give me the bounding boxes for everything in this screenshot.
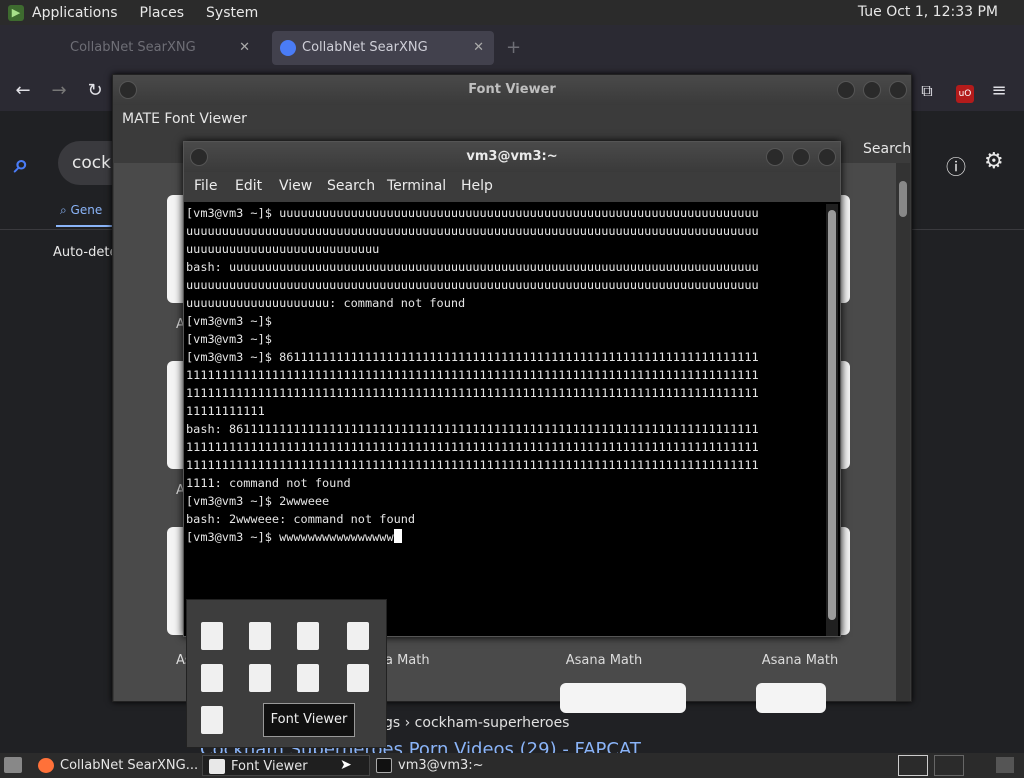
terminal-titlebar[interactable]: vm3@vm3:~ xyxy=(184,142,840,172)
preview-file-icon xyxy=(201,664,223,692)
preview-file-icon xyxy=(201,622,223,650)
ublock-icon[interactable]: uO xyxy=(956,85,974,103)
terminal-line: 1111111111111111111111111111111111111111… xyxy=(186,458,759,472)
font-grid-scrollbar[interactable] xyxy=(896,163,910,701)
tab-close-icon[interactable]: ✕ xyxy=(473,31,484,65)
terminal-line: uuuuuuuuuuuuuuuuuuuu: command not found xyxy=(186,296,466,310)
info-icon[interactable]: ⓘ xyxy=(946,151,966,180)
new-tab-icon[interactable]: + xyxy=(506,37,521,58)
tab-close-icon[interactable]: ✕ xyxy=(239,31,250,65)
terminal-line: 1111111111111111111111111111111111111111… xyxy=(186,386,759,400)
terminal-scrollbar[interactable] xyxy=(826,204,838,636)
window-menu-icon[interactable] xyxy=(119,81,137,99)
menu-file[interactable]: File xyxy=(194,178,217,194)
minimize-icon[interactable] xyxy=(837,81,855,99)
settings-gear-icon[interactable]: ⚙ xyxy=(984,149,1004,174)
taskbar-firefox[interactable]: CollabNet SearXNG... xyxy=(32,755,200,776)
font-viewer-titlebar[interactable]: Font Viewer xyxy=(113,75,911,105)
maximize-icon[interactable] xyxy=(792,148,810,166)
terminal-menubar: File Edit View Search Terminal Help xyxy=(184,172,840,202)
terminal-line: [vm3@vm3 ~]$ 2wwweee xyxy=(186,494,330,508)
header-title: MATE Font Viewer xyxy=(122,111,247,127)
mouse-cursor-icon: ➤ xyxy=(340,757,352,773)
search-button[interactable]: Search xyxy=(863,141,911,157)
bottom-panel: CollabNet SearXNG... Font Viewer ➤ vm3@v… xyxy=(0,753,1024,778)
menu-icon[interactable]: ≡ xyxy=(986,78,1012,104)
clock[interactable]: Tue Oct 1, 12:33 PM xyxy=(858,4,998,20)
terminal-line: [vm3@vm3 ~]$ xyxy=(186,314,272,328)
trash-icon[interactable] xyxy=(996,757,1014,773)
font-card[interactable] xyxy=(756,683,826,713)
scrollbar-thumb[interactable] xyxy=(899,181,907,217)
preview-file-icon xyxy=(297,664,319,692)
close-icon[interactable] xyxy=(818,148,836,166)
menu-terminal[interactable]: Terminal xyxy=(387,178,446,194)
show-desktop-icon[interactable] xyxy=(4,757,22,773)
terminal-line: bash: 8611111111111111111111111111111111… xyxy=(186,422,759,436)
terminal-current-line: [vm3@vm3 ~]$ wwwwwwwwwwwwwwww xyxy=(186,528,826,546)
mate-logo-icon[interactable]: ▶ xyxy=(8,4,24,21)
terminal-line: bash: 2wwweee: command not found xyxy=(186,512,416,526)
terminal-line: 1111111111111111111111111111111111111111… xyxy=(186,368,759,382)
terminal-line: 1111: command not found xyxy=(186,476,351,490)
back-icon[interactable]: ← xyxy=(10,78,36,104)
menu-help[interactable]: Help xyxy=(461,178,493,194)
minimize-icon[interactable] xyxy=(766,148,784,166)
searxng-logo-icon[interactable]: ⌕ xyxy=(14,149,29,180)
active-tab-indicator xyxy=(56,225,116,227)
preview-file-icon xyxy=(347,622,369,650)
text-cursor xyxy=(393,529,402,543)
menu-edit[interactable]: Edit xyxy=(235,178,262,194)
terminal-line: [vm3@vm3 ~]$ 861111111111111111111111111… xyxy=(186,350,759,364)
forward-icon[interactable]: → xyxy=(46,78,72,104)
taskbar-terminal[interactable]: vm3@vm3:~ xyxy=(370,755,538,776)
font-label: Asana Math xyxy=(761,653,839,668)
font-card[interactable] xyxy=(560,683,686,713)
searxng-favicon-icon xyxy=(280,40,296,56)
terminal-line: [vm3@vm3 ~]$ xyxy=(186,332,272,346)
preview-file-icon xyxy=(201,706,223,734)
terminal-line: uuuuuuuuuuuuuuuuuuuuuuuuuuuuuuuuuuuuuuuu… xyxy=(186,224,759,238)
tab-collabnet-1[interactable]: CollabNet SearXNG ✕ xyxy=(40,31,260,65)
window-menu-icon[interactable] xyxy=(190,148,208,166)
result-breadcrumb: gs › cockham-superheroes xyxy=(384,715,570,731)
terminal-line: uuuuuuuuuuuuuuuuuuuuuuuuuuuuuuuuuuuuuuuu… xyxy=(186,278,759,292)
reload-icon[interactable]: ↻ xyxy=(82,78,108,104)
applications-menu[interactable]: Applications xyxy=(32,5,118,21)
preview-file-icon xyxy=(297,622,319,650)
menu-view[interactable]: View xyxy=(279,178,312,194)
tab-bar: CollabNet SearXNG ✕ CollabNet SearXNG ✕ … xyxy=(0,25,1024,71)
scrollbar-thumb[interactable] xyxy=(828,210,836,620)
terminal-output[interactable]: [vm3@vm3 ~]$ uuuuuuuuuuuuuuuuuuuuuuuuuuu… xyxy=(186,204,826,636)
system-menu[interactable]: System xyxy=(206,5,258,21)
terminal-line: [vm3@vm3 ~]$ uuuuuuuuuuuuuuuuuuuuuuuuuuu… xyxy=(186,206,759,220)
preview-file-icon xyxy=(249,664,271,692)
menu-search[interactable]: Search xyxy=(327,178,375,194)
terminal-icon xyxy=(376,758,392,773)
maximize-icon[interactable] xyxy=(863,81,881,99)
tooltip: Font Viewer xyxy=(263,703,355,737)
tab-general[interactable]: ⌕ Gene xyxy=(60,203,102,218)
terminal-line: bash: uuuuuuuuuuuuuuuuuuuuuuuuuuuuuuuuuu… xyxy=(186,260,759,274)
places-menu[interactable]: Places xyxy=(140,5,185,21)
font-label: Asana Math xyxy=(565,653,643,668)
extensions-icon[interactable]: ⧉ xyxy=(914,78,940,104)
terminal-line: 1111111111111111111111111111111111111111… xyxy=(186,440,759,454)
terminal-line: uuuuuuuuuuuuuuuuuuuuuuuuuuu xyxy=(186,242,380,256)
terminal-line: 11111111111 xyxy=(186,404,265,418)
terminal-window: vm3@vm3:~ File Edit View Search Terminal… xyxy=(183,141,841,637)
font-viewer-icon xyxy=(209,759,225,774)
tab-collabnet-2[interactable]: CollabNet SearXNG ✕ xyxy=(272,31,494,65)
workspace-switcher-2[interactable] xyxy=(934,755,964,776)
close-icon[interactable] xyxy=(889,81,907,99)
top-panel: ▶ Applications Places System Tue Oct 1, … xyxy=(0,0,1024,25)
workspace-switcher-1[interactable] xyxy=(898,755,928,776)
terminal-text: [vm3@vm3 ~]$ uuuuuuuuuuuuuuuuuuuuuuuuuuu… xyxy=(186,204,826,546)
firefox-icon xyxy=(38,758,54,773)
preview-file-icon xyxy=(249,622,271,650)
preview-file-icon xyxy=(347,664,369,692)
